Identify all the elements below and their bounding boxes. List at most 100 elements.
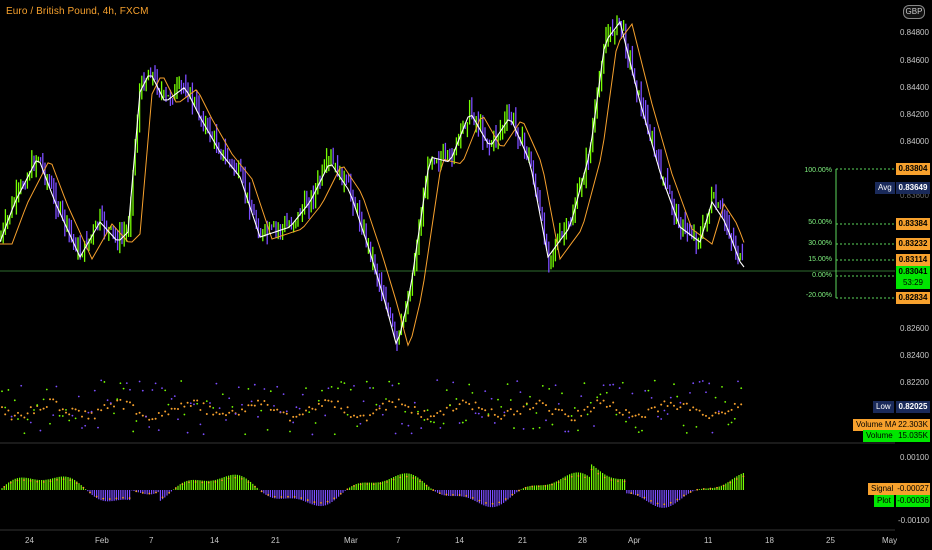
volume-ma-dot bbox=[506, 409, 509, 412]
volume-ma-dot bbox=[247, 404, 250, 407]
volume-ma-dot bbox=[33, 412, 35, 415]
volume-ma-dot bbox=[68, 413, 71, 416]
signal-dot bbox=[735, 478, 738, 480]
signal-dot bbox=[458, 494, 461, 496]
volume-dot bbox=[433, 421, 435, 424]
volume-ma-dot bbox=[385, 408, 387, 411]
volume-ma-dot bbox=[132, 404, 135, 407]
signal-dot bbox=[564, 478, 567, 481]
volume-dot bbox=[561, 392, 563, 395]
signal-dot bbox=[42, 481, 45, 483]
signal-dot bbox=[115, 497, 118, 500]
volume-ma-dot bbox=[445, 406, 448, 409]
countdown-tag: 53:29 bbox=[896, 277, 930, 289]
volume-dot bbox=[13, 399, 16, 402]
volume-dot bbox=[106, 399, 109, 402]
time-tick: 24 bbox=[25, 536, 34, 545]
signal-dot bbox=[689, 491, 692, 493]
volume-ma-dot bbox=[493, 413, 496, 416]
volume-dot bbox=[541, 385, 544, 387]
volume-ma-dot bbox=[74, 408, 77, 411]
signal-dot bbox=[537, 485, 540, 488]
volume-ma-dot bbox=[193, 399, 195, 402]
volume-ma-dot bbox=[596, 399, 599, 402]
signal-dot bbox=[359, 483, 362, 486]
time-tick: Apr bbox=[628, 536, 641, 545]
volume-dot bbox=[381, 413, 384, 416]
volume-ma-dot bbox=[615, 408, 618, 411]
price-tick: 0.84400 bbox=[900, 83, 929, 92]
volume-dot bbox=[532, 427, 535, 430]
volume-dot bbox=[589, 401, 592, 404]
signal-dot bbox=[557, 481, 560, 484]
signal-dot bbox=[3, 485, 6, 488]
volume-dot bbox=[573, 407, 576, 409]
volume-dot bbox=[407, 424, 410, 427]
signal-dot bbox=[709, 487, 712, 490]
volume-ma-dot bbox=[263, 400, 266, 403]
volume-dot bbox=[141, 389, 144, 392]
volume-dot bbox=[535, 412, 538, 414]
volume-ma-dot bbox=[701, 413, 704, 416]
volume-dot bbox=[497, 398, 499, 401]
volume-ma-dot bbox=[676, 408, 679, 411]
volume-ma-dot bbox=[577, 409, 579, 412]
volume-ma-dot bbox=[199, 409, 202, 412]
volume-ma-dot bbox=[362, 414, 365, 417]
volume-ma-dot bbox=[372, 412, 375, 415]
volume-tag: 15.035K bbox=[896, 430, 930, 442]
chart-canvas[interactable] bbox=[0, 0, 932, 550]
volume-dot bbox=[609, 384, 611, 386]
volume-ma-dot bbox=[663, 400, 666, 403]
volume-ma-dot bbox=[324, 399, 327, 402]
volume-dot bbox=[564, 430, 567, 433]
signal-dot bbox=[372, 483, 375, 486]
signal-dot bbox=[551, 483, 553, 486]
volume-ma-dot bbox=[218, 413, 221, 416]
volume-dot bbox=[500, 405, 503, 408]
signal-dot bbox=[273, 495, 276, 498]
signal-dot bbox=[669, 501, 672, 504]
volume-dot bbox=[340, 381, 343, 383]
volume-dot bbox=[321, 389, 323, 392]
signal-dot bbox=[287, 495, 289, 498]
fib-100-tag: 0.83804 bbox=[896, 163, 930, 175]
volume-ma-dot bbox=[397, 398, 400, 401]
volume-dot bbox=[404, 410, 407, 413]
volume-ma-dot bbox=[4, 413, 7, 416]
time-tick: 7 bbox=[396, 536, 401, 545]
fib-30-tag: 0.83232 bbox=[896, 238, 930, 250]
volume-ma-dot bbox=[215, 411, 218, 414]
volume-ma-dot bbox=[103, 403, 106, 406]
signal-dot bbox=[656, 502, 659, 505]
volume-ma-dot bbox=[141, 414, 144, 417]
signal-dot bbox=[630, 492, 633, 495]
volume-ma-dot bbox=[423, 409, 426, 412]
volume-ma-dot bbox=[369, 414, 371, 417]
currency-button[interactable]: GBP bbox=[903, 5, 925, 19]
volume-dot bbox=[689, 391, 691, 394]
symbol-title[interactable]: Euro / British Pound, 4h, FXCM bbox=[6, 6, 149, 17]
low-tag: 0.82025 bbox=[896, 401, 930, 413]
volume-dot bbox=[711, 431, 714, 434]
signal-dot bbox=[445, 493, 448, 496]
volume-dot bbox=[596, 396, 599, 399]
fib-label: 100.00% bbox=[804, 167, 832, 174]
volume-ma-dot bbox=[500, 417, 503, 420]
volume-dot bbox=[180, 380, 183, 382]
volume-ma-dot bbox=[269, 408, 272, 411]
volume-ma-dot bbox=[23, 416, 26, 419]
volume-ma-dot bbox=[77, 409, 80, 412]
volume-dot bbox=[282, 393, 285, 396]
fib-50-tag: 0.83384 bbox=[896, 218, 930, 230]
volume-ma-dot bbox=[634, 414, 637, 417]
volume-ma-dot bbox=[538, 399, 541, 402]
volume-dot bbox=[634, 426, 637, 429]
volume-ma-dot bbox=[644, 416, 647, 419]
volume-dot bbox=[154, 382, 157, 385]
volume-ma-dot bbox=[458, 403, 461, 406]
volume-dot bbox=[615, 413, 618, 416]
volume-dot bbox=[295, 406, 298, 409]
volume-dot bbox=[365, 380, 368, 383]
signal-dot bbox=[326, 500, 329, 503]
